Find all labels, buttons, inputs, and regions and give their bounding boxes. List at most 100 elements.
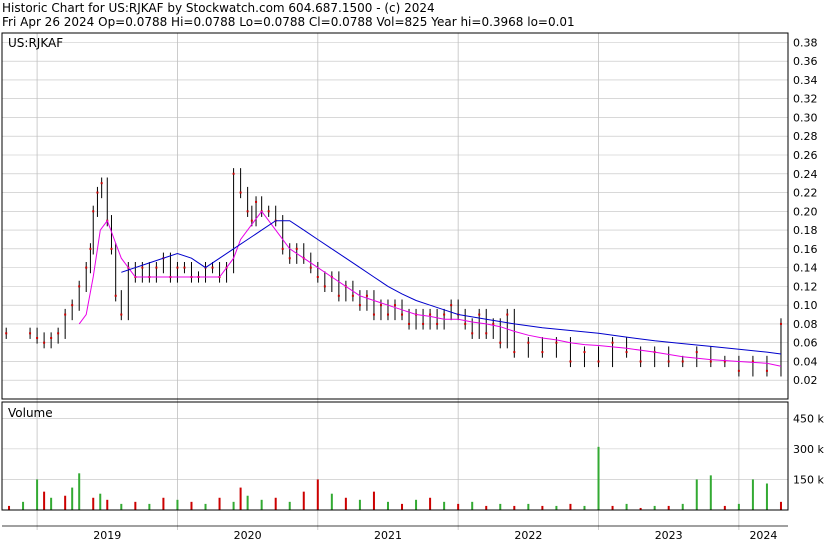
volume-bar: [485, 505, 488, 510]
close-dot: [358, 304, 361, 307]
close-dot: [255, 200, 258, 203]
volume-bar: [43, 491, 46, 510]
volume-bar: [681, 503, 684, 510]
price-tick-label: 0.18: [793, 224, 818, 237]
volume-bar: [274, 497, 277, 510]
close-dot: [96, 191, 99, 194]
close-dot: [436, 322, 439, 325]
close-dot: [5, 332, 8, 335]
close-dot: [85, 266, 88, 269]
volume-bar: [148, 503, 151, 510]
close-dot: [309, 266, 312, 269]
price-tick-label: 0.16: [793, 243, 818, 256]
close-dot: [316, 276, 319, 278]
close-dot: [625, 351, 628, 354]
volume-bar: [50, 497, 53, 510]
price-tick-label: 0.36: [793, 55, 818, 68]
price-tick-label: 0.26: [793, 149, 818, 162]
price-tick-label: 0.38: [793, 36, 818, 49]
close-dot: [155, 266, 158, 269]
close-dot: [639, 360, 642, 363]
volume-bar: [527, 503, 530, 510]
close-dot: [695, 351, 698, 354]
price-tick-label: 0.28: [793, 130, 818, 143]
close-dot: [506, 313, 509, 316]
close-dot: [239, 191, 242, 194]
volume-bar: [751, 479, 754, 510]
price-tick-label: 0.12: [793, 280, 818, 293]
volume-bar: [709, 475, 712, 510]
volume-bar: [344, 497, 347, 510]
close-dot: [176, 266, 179, 269]
volume-bar: [695, 479, 698, 510]
close-dot: [372, 313, 375, 316]
volume-bar: [765, 483, 768, 510]
volume-bar: [457, 503, 460, 510]
close-dot: [765, 369, 768, 372]
close-dot: [365, 294, 368, 297]
volume-bar: [569, 503, 572, 510]
volume-bar: [653, 505, 656, 510]
volume-bar: [134, 501, 137, 510]
volume-tick-label: 450 k: [793, 412, 824, 425]
volume-bar: [330, 493, 333, 510]
volume-bar: [36, 479, 39, 510]
close-dot: [100, 182, 103, 185]
year-label: 2020: [234, 529, 262, 542]
volume-bar: [8, 505, 11, 510]
volume-bar: [358, 499, 361, 510]
close-dot: [667, 360, 670, 363]
ma-long-line: [121, 220, 782, 355]
volume-bar: [611, 505, 614, 510]
volume-bar: [429, 497, 432, 510]
volume-panel-label: Volume: [8, 406, 53, 420]
close-dot: [211, 266, 214, 269]
volume-bar: [372, 491, 375, 510]
close-dot: [401, 313, 404, 316]
close-dot: [323, 285, 326, 288]
close-dot: [527, 341, 530, 344]
volume-bar: [22, 501, 25, 510]
close-dot: [492, 322, 495, 325]
volume-bar: [401, 503, 404, 510]
volume-bar: [513, 505, 516, 510]
close-dot: [450, 304, 453, 307]
close-dot: [379, 304, 382, 307]
volume-bar: [232, 501, 235, 510]
volume-bar: [106, 499, 109, 510]
close-dot: [597, 360, 600, 363]
close-dot: [250, 219, 253, 222]
volume-bar: [260, 499, 263, 510]
close-dot: [422, 322, 425, 325]
close-dot: [120, 313, 123, 316]
close-dot: [29, 332, 32, 335]
volume-bar: [541, 505, 544, 510]
close-dot: [114, 294, 117, 297]
volume-bar: [64, 495, 67, 510]
volume-bar: [415, 499, 418, 510]
axes: 0.02 0.04 0.06 0.08 0.10 0.12 0.14 0.16 0.18 0.20…: [2, 36, 824, 542]
volume-bar: [499, 503, 502, 510]
close-dot: [386, 313, 389, 316]
close-dot: [429, 313, 432, 316]
price-tick-label: 0.04: [793, 355, 818, 368]
close-dot: [43, 341, 46, 344]
volume-bar: [316, 479, 319, 510]
price-tick-label: 0.32: [793, 93, 818, 106]
close-dot: [110, 247, 113, 250]
close-dot: [541, 351, 544, 354]
price-tick-label: 0.10: [793, 299, 818, 312]
year-label: 2022: [514, 529, 542, 542]
close-dot: [267, 210, 270, 213]
volume-bar: [471, 501, 474, 510]
close-dot: [141, 266, 144, 269]
price-panel-label: US:RJKAF: [8, 36, 63, 50]
close-dot: [394, 304, 396, 307]
close-dot: [183, 266, 186, 269]
year-label: 2024: [749, 529, 777, 542]
close-dot: [92, 210, 95, 213]
volume-bar: [386, 501, 389, 510]
volume-bar: [737, 503, 740, 510]
volume-bar: [92, 497, 95, 510]
volume-bar: [162, 497, 165, 510]
